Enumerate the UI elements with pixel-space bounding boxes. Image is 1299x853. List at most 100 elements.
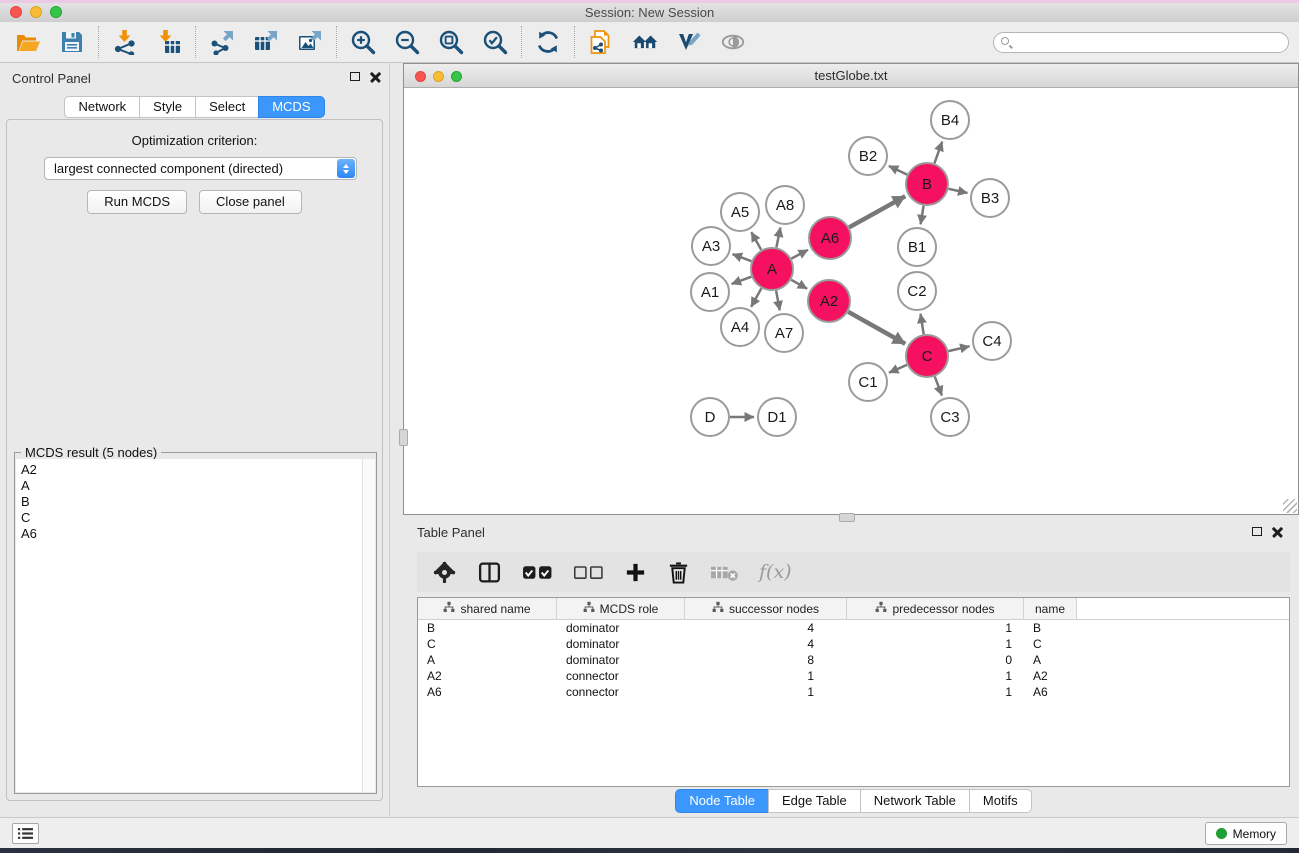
show-hide-view-icon[interactable] [719, 28, 747, 56]
table-cell[interactable]: 4 [685, 621, 847, 635]
table-cell[interactable]: A6 [1024, 685, 1077, 699]
table-cell[interactable]: A2 [1024, 669, 1077, 683]
graph-edge-A-A6[interactable] [791, 250, 808, 259]
unselect-all-columns-icon[interactable] [573, 562, 604, 583]
apply-layout-icon[interactable] [534, 28, 562, 56]
close-panel-icon[interactable] [370, 71, 381, 82]
graph-node-A1[interactable]: A1 [691, 273, 729, 311]
table-cell[interactable]: B [1024, 621, 1077, 635]
graph-node-A8[interactable]: A8 [766, 186, 804, 224]
import-network-icon[interactable] [111, 28, 139, 56]
graph-node-A5[interactable]: A5 [721, 193, 759, 231]
graph-node-B3[interactable]: B3 [971, 179, 1009, 217]
tab-style[interactable]: Style [139, 96, 196, 118]
graph-node-C2[interactable]: C2 [898, 272, 936, 310]
delete-rows-icon[interactable] [667, 561, 690, 584]
graph-node-D[interactable]: D [691, 398, 729, 436]
tab-mcds[interactable]: MCDS [258, 96, 324, 118]
graph-edge-A6-B[interactable] [849, 196, 905, 227]
graph-node-D1[interactable]: D1 [758, 398, 796, 436]
resize-grip[interactable] [1283, 499, 1297, 513]
graph-edge-C-C2[interactable] [921, 314, 924, 335]
network-canvas[interactable]: B4 B2 B B3 A8 A5 A6 B1 A3 A A1 C2 A2 [404, 88, 1298, 514]
graph-edge-C-C3[interactable] [935, 377, 942, 396]
graph-node-A[interactable]: A [751, 248, 793, 290]
table-row[interactable]: A2connector11A2 [418, 668, 1289, 684]
network-zoom-button[interactable] [451, 71, 462, 82]
graph-edge-B-B1[interactable] [921, 206, 924, 225]
table-cell[interactable]: dominator [557, 653, 685, 667]
close-table-panel-icon[interactable] [1272, 526, 1283, 537]
add-row-icon[interactable] [624, 561, 647, 584]
task-history-button[interactable] [12, 823, 39, 844]
graph-edge-A-A4[interactable] [751, 288, 761, 307]
graph-edge-A-A7[interactable] [776, 291, 780, 311]
select-all-columns-icon[interactable] [522, 562, 553, 583]
mcds-result-list[interactable]: A2ABCA6 [16, 459, 375, 792]
graph-edge-B-B3[interactable] [949, 189, 968, 193]
graph-edge-B-B4[interactable] [934, 142, 942, 164]
titlebar[interactable]: Session: New Session [0, 3, 1299, 22]
tab-network[interactable]: Network [64, 96, 140, 118]
table-cell[interactable]: 1 [685, 685, 847, 699]
table-cell[interactable]: 1 [847, 621, 1024, 635]
graph-edge-A-A1[interactable] [732, 277, 752, 284]
column-header-mcds-role[interactable]: MCDS role [557, 598, 685, 619]
table-cell[interactable]: A2 [418, 669, 557, 683]
table-cell[interactable]: dominator [557, 621, 685, 635]
open-file-icon[interactable] [14, 28, 42, 56]
criterion-dropdown[interactable]: largest connected component (directed) [44, 157, 357, 180]
tab-network-table[interactable]: Network Table [860, 789, 970, 813]
network-graph[interactable]: B4 B2 B B3 A8 A5 A6 B1 A3 A A1 C2 A2 [404, 88, 1298, 514]
tab-select[interactable]: Select [195, 96, 259, 118]
close-panel-button[interactable]: Close panel [199, 190, 302, 214]
export-network-icon[interactable] [208, 28, 236, 56]
table-cell[interactable]: dominator [557, 637, 685, 651]
scrollbar-track[interactable] [362, 459, 375, 792]
network-close-button[interactable] [415, 71, 426, 82]
column-header-name[interactable]: name [1024, 598, 1077, 619]
run-mcds-button[interactable]: Run MCDS [87, 190, 187, 214]
table-cell[interactable]: 8 [685, 653, 847, 667]
column-header-shared-name[interactable]: shared name [418, 598, 557, 619]
graph-node-C3[interactable]: C3 [931, 398, 969, 436]
mcds-result-item[interactable]: B [21, 494, 375, 510]
table-cell[interactable]: A6 [418, 685, 557, 699]
table-cell[interactable]: C [1024, 637, 1077, 651]
table-cell[interactable]: 1 [847, 685, 1024, 699]
zoom-in-icon[interactable] [349, 28, 377, 56]
column-header-predecessor-nodes[interactable]: predecessor nodes [847, 598, 1024, 619]
graph-node-A6[interactable]: A6 [809, 217, 851, 259]
graph-edge-C-C1[interactable] [889, 365, 907, 373]
graph-node-B2[interactable]: B2 [849, 137, 887, 175]
table-cell[interactable]: 1 [847, 637, 1024, 651]
tab-motifs[interactable]: Motifs [969, 789, 1032, 813]
home-icon[interactable] [631, 28, 659, 56]
table-cell[interactable]: A [1024, 653, 1077, 667]
table-cell[interactable]: 1 [685, 669, 847, 683]
tab-edge-table[interactable]: Edge Table [768, 789, 861, 813]
save-session-icon[interactable] [58, 28, 86, 56]
show-columns-icon[interactable] [477, 560, 502, 585]
minimize-window-button[interactable] [30, 6, 42, 18]
graph-node-B4[interactable]: B4 [931, 101, 969, 139]
graph-edge-B-B2[interactable] [889, 166, 907, 175]
zoom-window-button[interactable] [50, 6, 62, 18]
table-cell[interactable]: 4 [685, 637, 847, 651]
zoom-fit-icon[interactable] [437, 28, 465, 56]
graph-node-C1[interactable]: C1 [849, 363, 887, 401]
table-cell[interactable]: C [418, 637, 557, 651]
graphics-details-icon[interactable] [675, 28, 703, 56]
table-row[interactable]: Bdominator41B [418, 620, 1289, 636]
tab-node-table[interactable]: Node Table [675, 789, 769, 813]
mcds-result-item[interactable]: A [21, 478, 375, 494]
network-window-titlebar[interactable]: testGlobe.txt [404, 64, 1298, 88]
graph-edge-C-C4[interactable] [948, 346, 969, 351]
table-cell[interactable]: B [418, 621, 557, 635]
table-cell[interactable]: connector [557, 685, 685, 699]
zoom-selected-icon[interactable] [481, 28, 509, 56]
graph-edge-A-A8[interactable] [776, 228, 780, 248]
float-panel-icon[interactable] [350, 72, 360, 81]
graph-edge-A2-C[interactable] [848, 312, 905, 344]
graph-node-B1[interactable]: B1 [898, 228, 936, 266]
